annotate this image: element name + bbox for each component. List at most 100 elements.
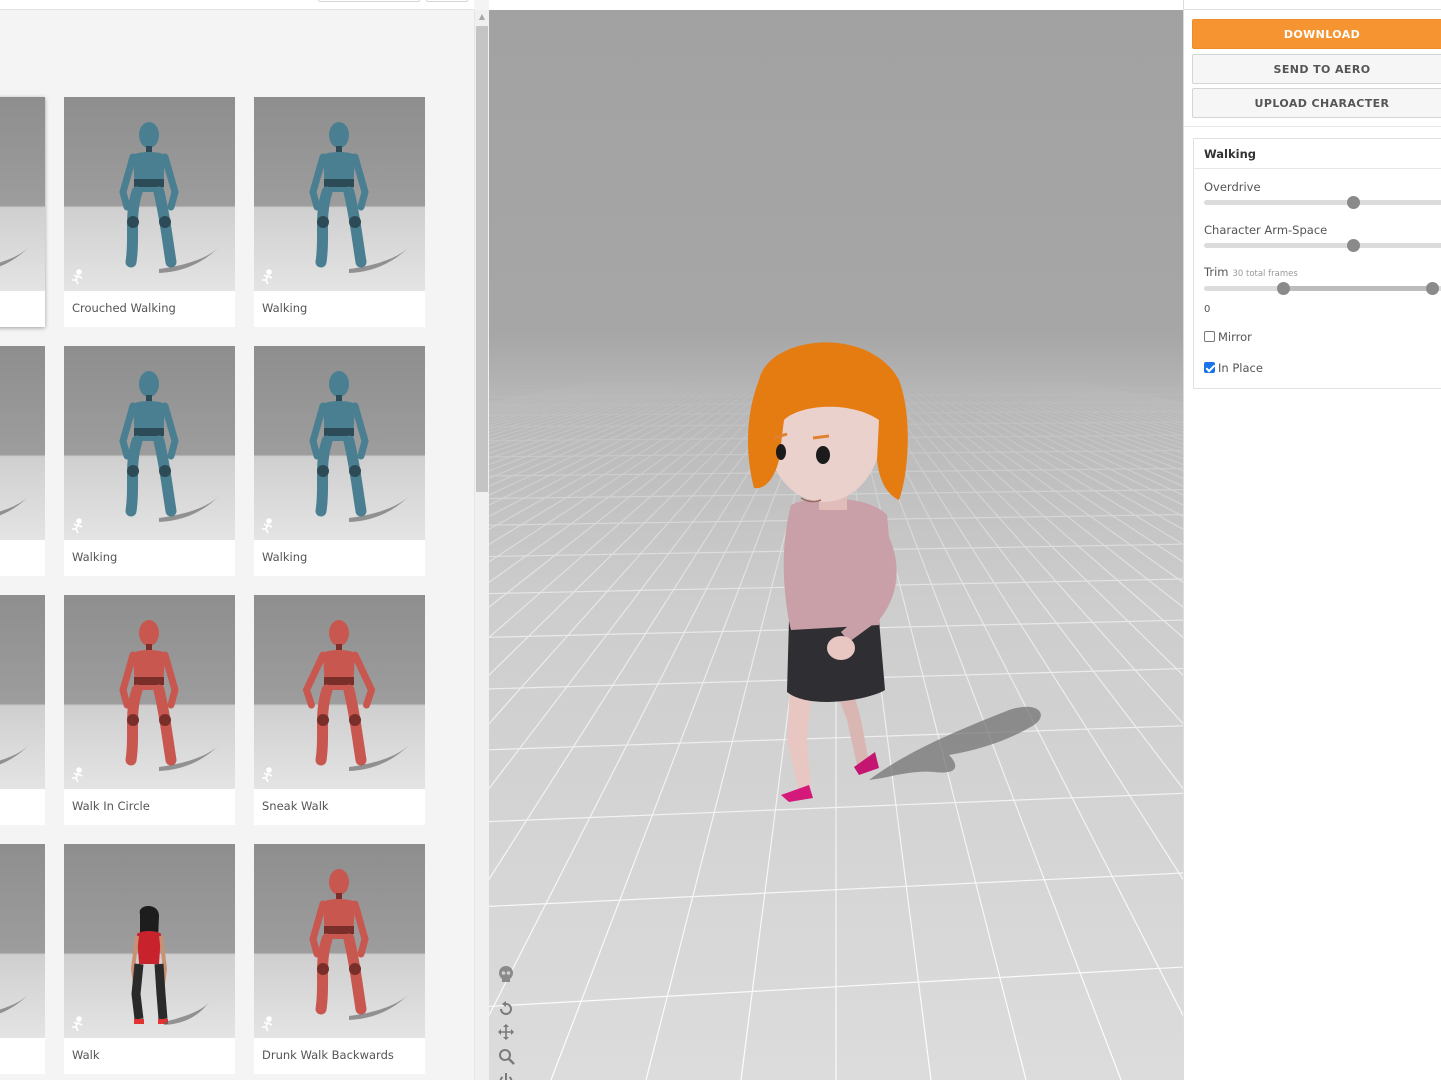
thumbnail-scene — [0, 994, 29, 1014]
rotate-icon[interactable] — [497, 999, 517, 1019]
thumbnail-scene — [262, 371, 409, 534]
animation-settings: Walking Overdrive Character Arm-Space Tr… — [1193, 138, 1441, 389]
toolbar-button[interactable] — [426, 0, 468, 2]
animation-card[interactable]: Walking — [64, 346, 235, 576]
animation-thumbnail — [254, 346, 425, 540]
slider-knob[interactable] — [1346, 196, 1360, 209]
animation-label: Walking — [262, 301, 308, 315]
character-figure — [309, 371, 409, 522]
grid-line — [489, 381, 687, 445]
animation-thumbnail — [64, 595, 235, 789]
trim-frame-count: 30 total frames — [1232, 269, 1298, 279]
zoom-icon[interactable] — [497, 1047, 517, 1067]
library-toolbar — [0, 0, 474, 10]
thumbnail-scene — [0, 745, 29, 765]
scroll-up-arrow-icon[interactable]: ▲ — [475, 12, 489, 22]
animation-card[interactable]: Walk In Circle — [64, 595, 235, 825]
send-button-label: SEND TO AERO — [1273, 63, 1371, 76]
grid-line — [489, 381, 699, 454]
animation-card[interactable] — [0, 595, 45, 825]
checkbox-box[interactable] — [1204, 362, 1215, 373]
character-model[interactable] — [729, 320, 929, 820]
animation-label: Walking — [72, 550, 118, 564]
grid-line — [1039, 381, 1183, 416]
divider — [1184, 126, 1441, 127]
mirror-checkbox[interactable]: Mirror — [1204, 330, 1252, 344]
send-to-aero-button[interactable]: SEND TO AERO — [1192, 54, 1441, 84]
running-figure-icon — [72, 269, 83, 285]
grid-line — [489, 381, 765, 563]
grid-line — [489, 381, 729, 487]
running-figure-icon — [262, 1016, 273, 1032]
grid-line — [489, 381, 753, 531]
grid-line — [489, 381, 723, 479]
3d-viewport[interactable] — [489, 10, 1183, 1080]
animation-card[interactable]: Sneak Walk — [254, 595, 425, 825]
character-figure — [0, 496, 29, 516]
thumbnail-scene — [0, 496, 29, 516]
trim-start-knob[interactable] — [1277, 282, 1291, 295]
power-icon[interactable] — [497, 1071, 517, 1080]
in-place-checkbox[interactable]: In Place — [1204, 361, 1263, 375]
character-figure — [302, 620, 409, 771]
animation-card[interactable]: Crouched Walking — [64, 97, 235, 327]
character-figure — [0, 994, 29, 1014]
upload-character-button[interactable]: UPLOAD CHARACTER — [1192, 88, 1441, 118]
scrollbar-thumb[interactable] — [476, 26, 488, 492]
character-figure — [119, 620, 219, 771]
viewport-toolbar — [497, 965, 517, 1080]
character-figure — [119, 122, 219, 273]
animation-card[interactable] — [0, 97, 45, 327]
mirror-label: Mirror — [1218, 330, 1252, 344]
trim-label-text: Trim — [1204, 265, 1229, 279]
checkbox-box[interactable] — [1204, 331, 1215, 342]
divider — [1184, 9, 1441, 10]
library-scrollbar[interactable]: ▲ — [474, 10, 489, 1080]
running-figure-icon — [72, 767, 83, 783]
slider-knob[interactable] — [1346, 239, 1360, 252]
animation-card[interactable] — [0, 844, 45, 1074]
animation-card[interactable]: Walking — [254, 346, 425, 576]
animation-thumbnail — [254, 844, 425, 1038]
toolbar-button[interactable] — [318, 0, 420, 2]
thumbnail-scene — [72, 906, 209, 1032]
grid-line — [489, 381, 705, 460]
trim-start-value: 0 — [1204, 304, 1211, 315]
animation-thumbnail — [254, 595, 425, 789]
animation-thumbnail — [0, 97, 45, 291]
animation-card[interactable]: Drunk Walk Backwards — [254, 844, 425, 1074]
thumbnail-scene — [262, 122, 409, 285]
animation-title: Walking — [1204, 147, 1256, 161]
thumbnail-scene — [72, 122, 219, 285]
character-figure — [119, 371, 219, 522]
download-button[interactable]: DOWNLOAD — [1192, 19, 1441, 49]
running-figure-icon — [262, 269, 273, 285]
grid-line — [1075, 381, 1183, 404]
character-figure — [0, 247, 29, 267]
thumbnail-scene — [72, 620, 219, 783]
skull-icon[interactable] — [497, 965, 517, 985]
character-figure — [309, 869, 409, 1020]
grid-line — [489, 381, 741, 506]
animation-card[interactable] — [0, 346, 45, 576]
animation-thumbnail — [64, 346, 235, 540]
upload-button-label: UPLOAD CHARACTER — [1254, 97, 1390, 110]
overdrive-slider[interactable] — [1204, 196, 1441, 209]
settings-panel: DOWNLOAD SEND TO AERO UPLOAD CHARACTER W… — [1183, 0, 1441, 1080]
character-figure — [0, 745, 29, 765]
animation-label: Walk In Circle — [72, 799, 150, 813]
animation-card[interactable]: Walk — [64, 844, 235, 1074]
trim-range-slider[interactable] — [1204, 282, 1441, 295]
trim-label: Trim 30 total frames — [1204, 265, 1298, 279]
animation-library: Crouched Walking Walking Walking Walking… — [0, 0, 489, 1080]
move-icon[interactable] — [497, 1023, 517, 1043]
animation-label: Walk — [72, 1048, 100, 1062]
running-figure-icon — [262, 767, 273, 783]
download-button-label: DOWNLOAD — [1283, 28, 1361, 41]
arm-space-slider[interactable] — [1204, 239, 1441, 252]
animation-card[interactable]: Walking — [254, 97, 425, 327]
animation-thumbnail — [0, 844, 45, 1038]
character-figure — [130, 906, 209, 1025]
trim-range-fill — [1283, 286, 1433, 291]
trim-end-knob[interactable] — [1426, 282, 1440, 295]
